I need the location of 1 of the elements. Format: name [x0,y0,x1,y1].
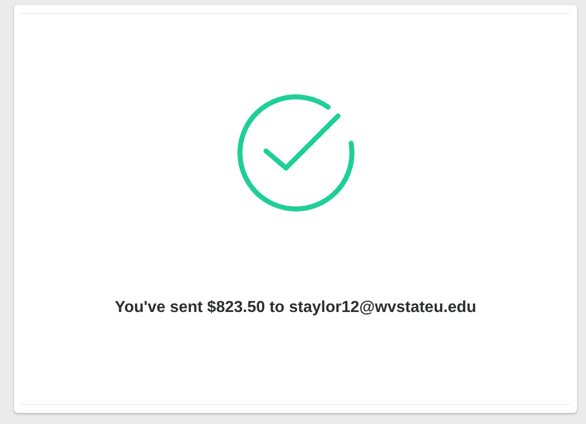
confirmation-message: You've sent $823.50 to staylor12@wvstateu.edu [114,299,476,317]
